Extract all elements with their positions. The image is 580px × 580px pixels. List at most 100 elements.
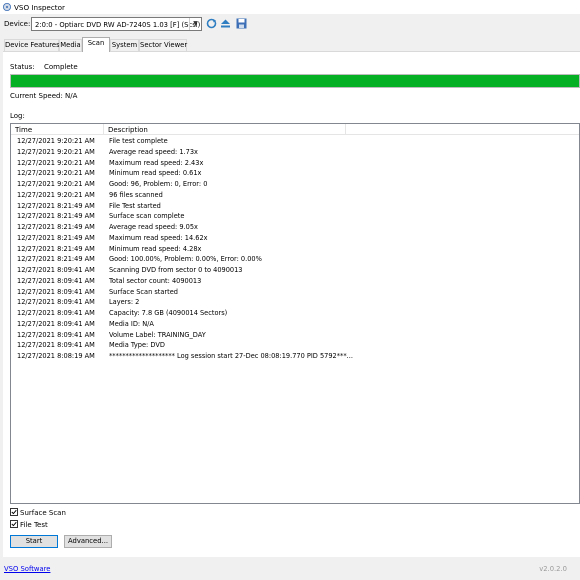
log-time: 12/27/2021 9:20:21 AM	[17, 137, 95, 145]
checkmark-icon	[11, 521, 17, 527]
log-time: 12/27/2021 8:09:41 AM	[17, 287, 95, 296]
advanced-button[interactable]: Advanced...	[64, 535, 112, 548]
surface-scan-checkbox[interactable]	[10, 508, 18, 516]
start-button[interactable]: Start	[10, 535, 58, 548]
tab-system[interactable]: System	[110, 39, 139, 51]
log-row[interactable]: 12/27/2021 8:09:41 AM Media Type: DVD	[11, 339, 579, 350]
file-test-checkbox[interactable]	[10, 520, 18, 528]
eject-icon[interactable]	[220, 18, 231, 29]
log-time: 12/27/2021 9:20:21 AM	[17, 147, 95, 156]
column-header-time[interactable]: Time	[15, 126, 32, 134]
log-row[interactable]: 12/27/2021 8:09:41 AM Total sector count:…	[11, 275, 579, 286]
log-time: 12/27/2021 9:20:21 AM	[17, 169, 95, 178]
checkmark-icon	[11, 509, 17, 515]
tab-sector-viewer[interactable]: Sector Viewer	[139, 39, 187, 51]
log-description: Capacity: 7.8 GB (4090014 Sectors)	[109, 309, 228, 317]
column-header-description[interactable]: Description	[108, 126, 148, 134]
log-time: 12/27/2021 8:21:49 AM	[17, 212, 95, 221]
log-label: Log:	[10, 112, 25, 120]
log-time: 12/27/2021 8:21:49 AM	[17, 255, 95, 264]
save-icon[interactable]	[236, 18, 247, 29]
log-description: Maximum read speed: 2.43x	[109, 158, 204, 167]
log-description: Layers: 2	[109, 298, 140, 307]
log-description: File Test started	[109, 201, 161, 210]
status-label: Status:	[10, 63, 35, 71]
log-row[interactable]: 12/27/2021 9:20:21 AM Minimum read speed:…	[11, 167, 579, 178]
log-time: 12/27/2021 8:08:19 AM	[17, 352, 95, 360]
log-description: Media ID: N/A	[109, 319, 154, 328]
log-description: Volume Label: TRAINING_DAY	[109, 330, 206, 339]
device-label: Device:	[4, 20, 31, 28]
log-description: Average read speed: 9.05x	[109, 223, 198, 231]
log-row[interactable]: 12/27/2021 9:20:21 AM Good: 96, Problem: …	[11, 178, 579, 189]
refresh-icon[interactable]	[206, 18, 217, 29]
log-time: 12/27/2021 8:09:41 AM	[17, 319, 95, 328]
app-logo-icon	[3, 3, 11, 11]
log-row[interactable]: 12/27/2021 9:20:21 AM File test complete	[11, 135, 579, 146]
log-row[interactable]: 12/27/2021 8:08:19 AM *******************…	[11, 350, 579, 361]
log-time: 12/27/2021 8:09:41 AM	[17, 341, 95, 350]
column-divider[interactable]	[103, 124, 104, 134]
tab-scan[interactable]: Scan	[82, 37, 110, 52]
log-description: File test complete	[109, 137, 168, 145]
log-description: Minimum read speed: 0.61x	[109, 169, 202, 178]
log-time: 12/27/2021 8:09:41 AM	[17, 276, 95, 285]
log-description: Maximum read speed: 14.62x	[109, 233, 208, 242]
log-rows: 12/27/2021 9:20:21 AM File test complete 1…	[11, 135, 579, 361]
log-row[interactable]: 12/27/2021 8:21:49 AM Average read speed:…	[11, 221, 579, 232]
progress-fill	[11, 75, 579, 87]
log-row[interactable]: 12/27/2021 8:09:41 AM Surface Scan starte…	[11, 286, 579, 297]
log-row[interactable]: 12/27/2021 8:21:49 AM Maximum read speed:…	[11, 232, 579, 243]
log-row[interactable]: 12/27/2021 9:20:21 AM Average read speed:…	[11, 146, 579, 157]
surface-scan-label[interactable]: Surface Scan	[20, 509, 66, 517]
device-toolbar: Device: 2:0:0 - Optiarc DVD RW AD-7240S …	[0, 14, 580, 36]
log-row[interactable]: 12/27/2021 8:21:49 AM Surface scan comple…	[11, 210, 579, 221]
log-row[interactable]: 12/27/2021 8:09:41 AM Capacity: 7.8 GB (4…	[11, 307, 579, 318]
log-description: Surface scan complete	[109, 212, 185, 221]
log-description: Average read speed: 1.73x	[109, 147, 198, 156]
log-description: ******************** Log session start 2…	[109, 352, 353, 360]
file-test-label[interactable]: File Test	[20, 521, 48, 529]
column-divider[interactable]	[345, 124, 346, 134]
log-row[interactable]: 12/27/2021 8:09:41 AM Volume Label: TRAIN…	[11, 329, 579, 340]
log-time: 12/27/2021 9:20:21 AM	[17, 180, 95, 188]
device-select-value: 2:0:0 - Optiarc DVD RW AD-7240S 1.03 [F]…	[35, 20, 201, 29]
log-description: Good: 100.00%, Problem: 0.00%, Error: 0.…	[109, 255, 262, 264]
log-description: 96 files scanned	[109, 190, 163, 199]
log-time: 12/27/2021 8:09:41 AM	[17, 298, 95, 307]
log-row[interactable]: 12/27/2021 8:09:41 AM Layers: 2	[11, 296, 579, 307]
log-header: Time Description	[11, 124, 579, 135]
log-description: Media Type: DVD	[109, 341, 165, 350]
vso-software-link[interactable]: VSO Software	[4, 565, 50, 573]
log-row[interactable]: 12/27/2021 8:21:49 AM Minimum read speed:…	[11, 243, 579, 254]
log-description: Total sector count: 4090013	[109, 276, 202, 285]
log-time: 12/27/2021 9:20:21 AM	[17, 190, 95, 199]
window-title: VSO Inspector	[14, 3, 65, 12]
log-time: 12/27/2021 8:09:41 AM	[17, 330, 95, 339]
log-row[interactable]: 12/27/2021 8:09:41 AM Scanning DVD from s…	[11, 264, 579, 275]
log-row[interactable]: 12/27/2021 9:20:21 AM 96 files scanned	[11, 189, 579, 200]
device-select[interactable]: 2:0:0 - Optiarc DVD RW AD-7240S 1.03 [F]…	[31, 17, 202, 31]
log-description: Scanning DVD from sector 0 to 4090013	[109, 266, 243, 274]
log-time: 12/27/2021 8:21:49 AM	[17, 244, 95, 253]
log-time: 12/27/2021 8:21:49 AM	[17, 201, 95, 210]
log-description: Surface Scan started	[109, 287, 178, 296]
chevron-down-icon[interactable]: ▼	[189, 18, 201, 30]
log-description: Minimum read speed: 4.28x	[109, 244, 202, 253]
log-row[interactable]: 12/27/2021 8:09:41 AM Media ID: N/A	[11, 318, 579, 329]
log-row[interactable]: 12/27/2021 9:20:21 AM Maximum read speed:…	[11, 157, 579, 168]
log-time: 12/27/2021 8:21:49 AM	[17, 223, 95, 231]
tab-device-features[interactable]: Device Features	[4, 39, 60, 51]
log-time: 12/27/2021 8:09:41 AM	[17, 309, 95, 317]
log-row[interactable]: 12/27/2021 8:21:49 AM File Test started	[11, 200, 579, 211]
tab-media[interactable]: Media	[59, 39, 82, 51]
status-value: Complete	[44, 63, 78, 71]
log-time: 12/27/2021 8:09:41 AM	[17, 266, 95, 274]
current-speed: Current Speed: N/A	[10, 92, 78, 100]
log-time: 12/27/2021 8:21:49 AM	[17, 233, 95, 242]
log-description: Good: 96, Problem: 0, Error: 0	[109, 180, 208, 188]
log-time: 12/27/2021 9:20:21 AM	[17, 158, 95, 167]
title-bar: VSO Inspector	[0, 0, 580, 14]
log-row[interactable]: 12/27/2021 8:21:49 AM Good: 100.00%, Prob…	[11, 253, 579, 264]
log-list[interactable]: Time Description 12/27/2021 9:20:21 AM Fi…	[10, 123, 580, 504]
